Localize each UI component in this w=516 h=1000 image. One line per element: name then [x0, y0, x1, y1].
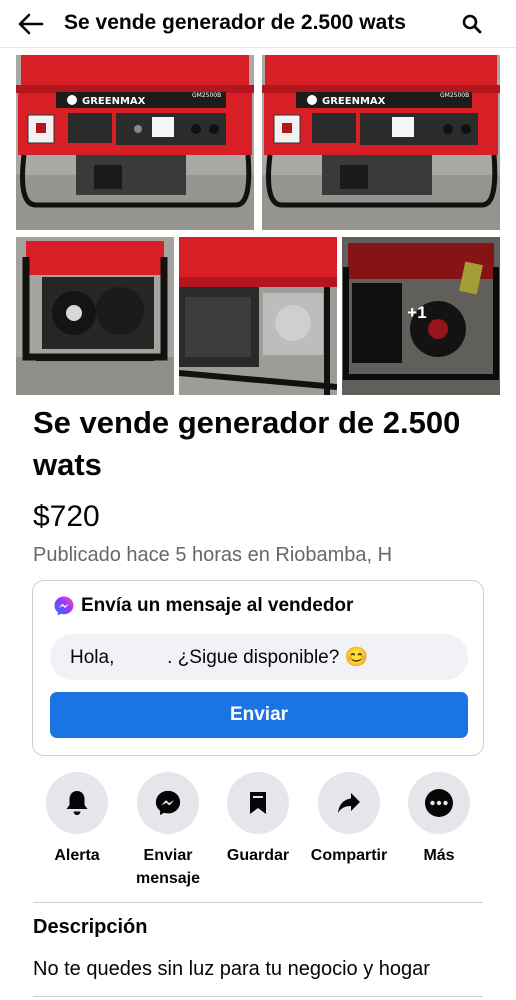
action-more-label: Más: [423, 847, 455, 864]
action-save[interactable]: Guardar: [213, 772, 303, 867]
description-heading: Descripción: [33, 916, 148, 938]
action-alert[interactable]: Alerta: [32, 772, 122, 867]
messenger-icon: [155, 790, 181, 816]
listing-photo[interactable]: [179, 237, 337, 395]
action-more-circle: [408, 772, 470, 834]
more-photos-count: +1: [342, 237, 500, 395]
arrow-left-icon: [18, 13, 44, 35]
back-button[interactable]: [14, 8, 48, 40]
listing-title: Se vende generador de 2.500 wats: [33, 405, 461, 482]
bookmark-icon: [250, 792, 266, 814]
action-share-circle: [318, 772, 380, 834]
svg-text:GM2500B: GM2500B: [192, 92, 221, 99]
more-icon: [425, 789, 453, 817]
action-more[interactable]: Más: [394, 772, 484, 867]
generator-photo-front-2: GREENMAX GM2500B: [262, 55, 500, 230]
generator-photo-front: GREENMAX GM2500B: [16, 55, 254, 230]
listing-photo[interactable]: GREENMAX GM2500B: [262, 55, 500, 230]
messenger-icon: [54, 596, 74, 616]
listing-photo-more[interactable]: +1: [342, 237, 500, 395]
divider: [33, 902, 483, 903]
listing-price: $720: [33, 500, 100, 533]
share-icon: [338, 793, 360, 813]
action-save-label: Guardar: [226, 847, 290, 864]
message-seller-card: Envía un mensaje al vendedor Hola, . ¿Si…: [32, 580, 484, 756]
top-bar: Se vende generador de 2.500 wats: [0, 0, 516, 48]
svg-text:GM2500B: GM2500B: [440, 92, 469, 99]
action-alert-label: Alerta: [54, 847, 100, 864]
action-share-label: Compartir: [310, 847, 388, 864]
listing-photo[interactable]: [16, 237, 174, 395]
header-title: Se vende generador de 2.500 wats: [64, 11, 406, 34]
generator-photo-engine: [179, 237, 337, 395]
generator-photo-side: [16, 237, 174, 395]
message-input-value: Hola, . ¿Sigue disponible? 😊: [70, 647, 369, 668]
svg-text:GREENMAX: GREENMAX: [82, 96, 146, 107]
search-icon: [462, 14, 482, 34]
send-button[interactable]: Enviar: [50, 692, 468, 738]
svg-text:GREENMAX: GREENMAX: [322, 96, 386, 107]
action-alert-circle: [46, 772, 108, 834]
search-button[interactable]: [456, 8, 488, 40]
action-share[interactable]: Compartir: [304, 772, 394, 867]
listing-photo[interactable]: GREENMAX GM2500B: [16, 55, 254, 230]
message-card-heading: Envía un mensaje al vendedor: [81, 595, 354, 616]
listing-meta: Publicado hace 5 horas en Riobamba, H: [33, 544, 393, 566]
action-send-message-circle: [137, 772, 199, 834]
bell-icon: [66, 791, 88, 815]
divider: [33, 996, 483, 997]
action-send-message-label: Enviar mensaje: [135, 847, 201, 887]
message-input[interactable]: Hola, . ¿Sigue disponible? 😊: [50, 634, 468, 680]
description-text: No te quedes sin luz para tu negocio y h…: [33, 958, 430, 980]
action-send-message[interactable]: Enviar mensaje: [123, 772, 213, 890]
action-save-circle: [227, 772, 289, 834]
message-card-header: Envía un mensaje al vendedor: [53, 595, 353, 617]
